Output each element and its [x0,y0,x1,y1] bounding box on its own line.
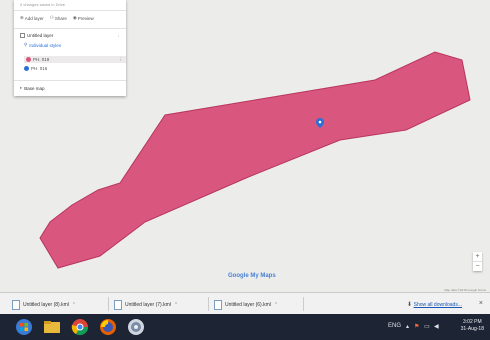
divider [303,297,304,311]
language-indicator[interactable]: ENG [388,323,401,329]
firefox-button[interactable] [96,316,120,338]
base-map-item[interactable]: ▸ Base map [20,85,45,91]
polygon-swatch-icon [26,57,31,62]
layer-item-label: PH. 016 [31,66,48,71]
show-hidden-icons-icon[interactable]: ▴ [406,323,409,330]
add-layer-label: Add layer [24,15,44,21]
divider [108,297,109,311]
download-item[interactable]: Untitled layer (7).kml ⌃ [114,299,178,310]
start-button[interactable] [12,316,36,338]
firefox-icon [100,319,116,335]
share-label: Share [54,15,67,21]
flag-icon[interactable]: ⚑ [414,323,419,330]
layer-item-label: PH. 019 [33,57,50,62]
close-icon[interactable]: × [479,300,483,307]
download-filename: Untitled layer (6).kml [225,301,271,308]
layer-style-link[interactable]: ⚲ Individual styles [24,42,61,48]
add-layer-button[interactable]: ⊕ Add layer [20,15,44,21]
share-icon: ⚇ [49,15,54,20]
file-explorer-icon [44,321,60,333]
layer-header[interactable]: Untitled layer [20,33,53,38]
layer-options-icon[interactable]: ⋮ [116,33,121,39]
clock-time: 3:02 PM [463,319,482,325]
layer-item-1[interactable]: PH. 019 ⋮ [24,56,126,63]
zoom-out-button[interactable]: − [473,262,482,271]
divider [208,297,209,311]
divider [14,28,126,29]
panel-actions: ⊕ Add layer ⚇ Share ◉ Preview [20,15,94,21]
google-my-maps-logo: Google My Maps [228,273,276,279]
zoom-in-button[interactable]: + [473,252,482,261]
chevron-down-icon[interactable]: ⌃ [274,302,278,308]
download-filename: Untitled layer (8).kml [23,301,69,308]
add-layer-icon: ⊕ [20,15,24,20]
volume-icon[interactable]: ◀ [434,323,439,330]
file-icon [12,299,20,310]
file-icon [114,299,122,310]
file-icon [214,299,222,310]
base-map-label: Base map [24,85,45,91]
media-player-icon [128,319,144,335]
map-canvas[interactable]: 0 changes saved in Drive ⊕ Add layer ⚇ S… [0,0,490,292]
checkbox-icon[interactable] [20,33,25,38]
media-player-button[interactable] [124,316,148,338]
downloads-bar: Untitled layer (8).kml ⌃ Untitled layer … [0,292,490,315]
layer-item-2[interactable]: PH. 016 [24,66,47,71]
chevron-down-icon[interactable]: ⌃ [72,302,76,308]
expand-arrow-icon[interactable]: ▸ [20,85,22,91]
item-options-icon[interactable]: ⋮ [119,57,124,63]
download-item[interactable]: Untitled layer (8).kml ⌃ [12,299,76,310]
layer-title[interactable]: Untitled layer [27,33,53,38]
chrome-icon [71,319,89,336]
system-clock[interactable]: 3:02 PM 31-Aug-18 [461,319,484,333]
chevron-down-icon[interactable]: ⌃ [174,302,178,308]
network-icon[interactable]: ▭ [424,323,430,330]
divider [14,10,126,11]
logo-text: Google My Maps [228,273,276,279]
download-filename: Untitled layer (7).kml [125,301,171,308]
file-explorer-button[interactable] [40,316,64,338]
preview-icon: ◉ [72,15,77,20]
divider [14,80,126,81]
download-arrow-icon: ⬇ [406,302,412,308]
chrome-button[interactable] [68,316,92,338]
layer-style-label: Individual styles [29,42,62,48]
marker-swatch-icon [24,66,29,71]
preview-label: Preview [77,15,94,21]
paint-icon: ⚲ [24,42,28,47]
show-all-downloads-link[interactable]: Show all downloads... [414,302,462,308]
start-icon [16,319,32,335]
save-status: 0 changes saved in Drive [20,2,65,7]
clock-date: 31-Aug-18 [460,326,484,332]
download-item[interactable]: Untitled layer (6).kml ⌃ [214,299,278,310]
zoom-control: + − [473,252,482,271]
layers-panel: 0 changes saved in Drive ⊕ Add layer ⚇ S… [14,0,126,96]
preview-button[interactable]: ◉ Preview [73,15,94,21]
taskbar: ENG ▴ ⚑ ▭ ◀ 3:02 PM 31-Aug-18 [0,314,490,340]
share-button[interactable]: ⚇ Share [50,15,67,21]
